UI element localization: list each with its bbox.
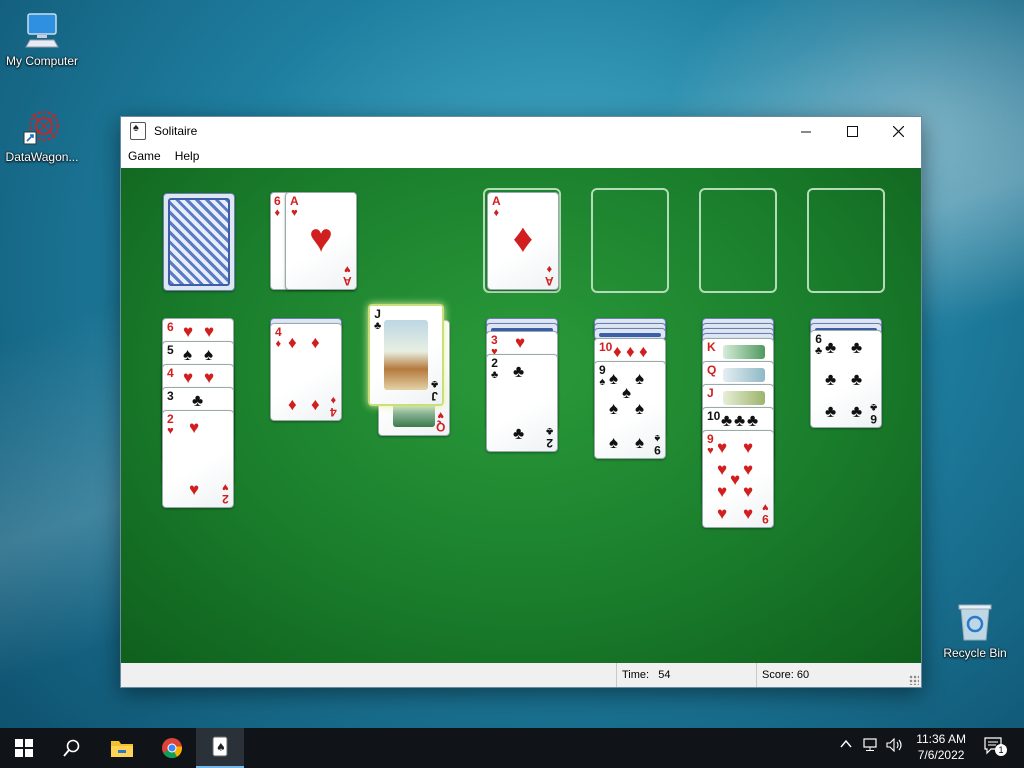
close-icon	[892, 125, 904, 137]
file-explorer-icon	[111, 741, 133, 757]
foundation-2[interactable]	[591, 188, 669, 293]
solitaire-icon: ♠	[212, 736, 228, 757]
desktop-icon-label: DataWagon...	[5, 150, 79, 164]
foundation-card[interactable]: A ♦ ♦ A ♦	[487, 192, 559, 290]
notification-center-button[interactable]: 1	[984, 736, 1007, 759]
volume-button[interactable]	[886, 737, 904, 755]
time-value: 54	[658, 669, 671, 681]
queen-art	[723, 368, 765, 382]
foundation-4[interactable]	[807, 188, 885, 293]
tableau-card[interactable]: 9 ♥ ♥ ♥ ♥ ♥ ♥ ♥ ♥ ♥ ♥ 9 ♥	[702, 430, 774, 528]
network-icon	[863, 738, 877, 751]
tableau-card[interactable]: 6 ♣ ♣ ♣ ♣ ♣ ♣ ♣ 6 ♣	[810, 330, 882, 428]
file-explorer-button[interactable]	[98, 728, 146, 768]
time-display: Time: 54	[616, 663, 752, 687]
maximize-icon	[846, 125, 858, 137]
time-label: Time:	[622, 669, 650, 681]
clock-time: 11:36 AM	[916, 732, 966, 746]
close-button[interactable]	[875, 117, 921, 145]
chevron-up-icon	[840, 739, 852, 748]
tableau-card[interactable]: 9 ♠ ♠ ♠ ♠ ♠ ♠ ♠ ♠ 9 ♠	[594, 361, 666, 459]
solitaire-taskbar-button[interactable]: ♠	[196, 728, 244, 768]
tableau-card[interactable]: 2 ♣ ♣ ♣ 2 ♣	[486, 354, 558, 452]
jack-art	[723, 391, 765, 405]
tableau-card[interactable]: 2 ♥ ♥ ♥ 2 ♥	[162, 410, 234, 508]
notification-badge: 1	[995, 744, 1007, 756]
jack-art	[384, 320, 428, 390]
score-label: Score: 60	[762, 669, 810, 681]
desktop-icon-recycle-bin[interactable]: Recycle Bin	[933, 602, 1017, 660]
game-board[interactable]: 6♦ A♥ ♥ A♥ A♦ ♦ A♦ 6 ♥ ♥ 5 ♠ ♠ 4 ♥	[121, 168, 921, 663]
stock-pile[interactable]	[163, 193, 235, 291]
solitaire-window: Solitaire Game Help 6♦ A♥ ♥ A♥	[120, 116, 922, 688]
start-icon	[15, 739, 33, 757]
king-art	[723, 345, 765, 359]
computer-icon	[22, 10, 62, 50]
solitaire-app-icon	[130, 122, 146, 140]
show-hidden-icons-button[interactable]	[840, 738, 852, 753]
foundation-3[interactable]	[699, 188, 777, 293]
score-display: Score: 60	[756, 663, 902, 687]
dragged-card-jack[interactable]: J ♣ J ♣	[368, 304, 444, 406]
chrome-button[interactable]	[148, 728, 196, 768]
status-bar: Time: 54 Score: 60	[121, 663, 921, 687]
recycle-bin-icon	[955, 602, 995, 642]
datawagon-icon	[22, 106, 62, 146]
desktop-icon-label: Recycle Bin	[943, 646, 1007, 660]
minimize-icon	[800, 131, 811, 132]
menu-game[interactable]: Game	[121, 149, 168, 163]
window-title: Solitaire	[154, 124, 198, 138]
chrome-icon	[162, 738, 183, 759]
search-button[interactable]	[48, 728, 96, 768]
svg-text:♠: ♠	[216, 741, 226, 754]
desktop-icon-my-computer[interactable]: My Computer	[0, 10, 84, 68]
minimize-button[interactable]	[783, 117, 829, 145]
waste-top-card[interactable]: A ♥ ♥ A ♥	[285, 192, 357, 290]
menu-bar: Game Help	[121, 145, 921, 167]
clock[interactable]: 11:36 AM 7/6/2022	[916, 731, 966, 763]
title-bar[interactable]: Solitaire	[121, 117, 921, 145]
volume-icon	[886, 737, 902, 753]
resize-grip-icon[interactable]	[909, 675, 919, 685]
clock-date: 7/6/2022	[917, 748, 965, 762]
start-button[interactable]	[0, 728, 48, 768]
desktop-icon-label: My Computer	[5, 54, 79, 68]
menu-help[interactable]: Help	[168, 149, 207, 163]
maximize-button[interactable]	[829, 117, 875, 145]
tableau-card[interactable]: 4 ♦ ♦ ♦ ♦ ♦ 4 ♦	[270, 323, 342, 421]
taskbar: ♠ 11:36 AM 7/6/2022 1	[0, 728, 1024, 768]
search-icon	[63, 739, 80, 757]
desktop-icon-datawagon[interactable]: DataWagon...	[0, 106, 84, 164]
network-button[interactable]	[863, 738, 879, 755]
